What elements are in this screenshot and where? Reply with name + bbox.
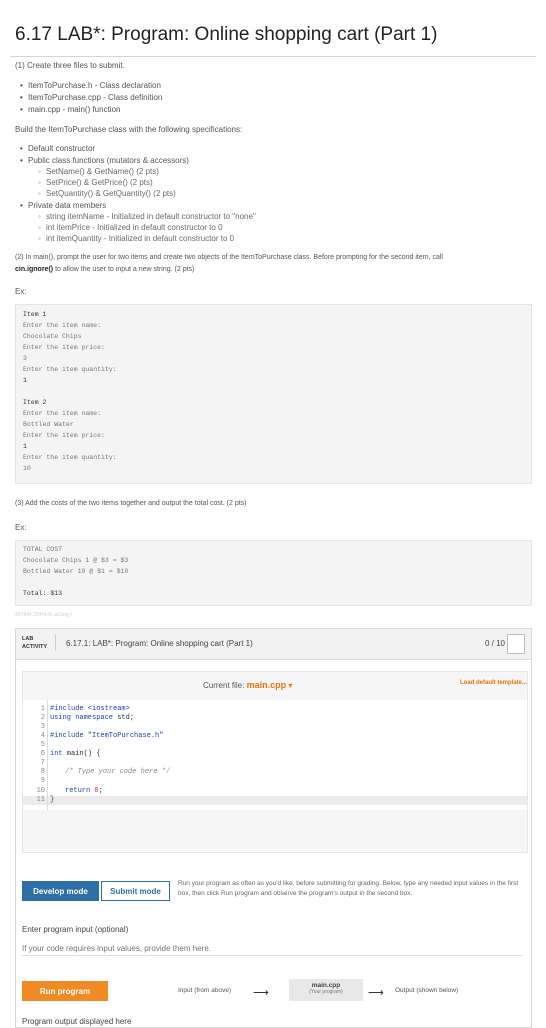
arrow-right-icon: ⟶ xyxy=(253,987,269,999)
code-line: } xyxy=(50,796,55,804)
spec-private-item: string itemName - Initialized in default… xyxy=(38,212,256,221)
example-line: Enter the item name: xyxy=(23,410,102,417)
line-number: 8 xyxy=(40,768,45,776)
lab-activity-panel: LAB ACTIVITY 6.17.1: LAB*: Program: Onli… xyxy=(15,628,532,1028)
spec-intro: Build the ItemToPurchase class with the … xyxy=(15,125,243,134)
example-line: Bottled Water xyxy=(23,421,74,428)
submit-mode-button[interactable]: Submit mode xyxy=(101,881,170,901)
example-line: 1 xyxy=(23,443,27,450)
spec-private-label: Private data members xyxy=(20,201,106,210)
code-keyword: using namespace xyxy=(50,714,114,722)
lab-title: 6.17.1: LAB*: Program: Online shopping c… xyxy=(66,639,253,648)
example-line: Enter the item price: xyxy=(23,344,105,351)
step1-heading: (1) Create three files to submit. xyxy=(15,61,125,70)
line-number: 5 xyxy=(40,741,45,749)
example-line: Enter the item name: xyxy=(23,322,102,329)
develop-mode-button[interactable]: Develop mode xyxy=(22,881,99,901)
code-text: ; xyxy=(98,787,103,795)
spec-private-item: int itemQuantity - Initialized in defaul… xyxy=(38,234,234,243)
spec-constructor: Default constructor xyxy=(20,144,95,153)
file-item: ItemToPurchase.h - Class declaration xyxy=(20,81,161,90)
example-line: Total: $13 xyxy=(23,590,63,597)
cin-ignore-code: cin.ignore() xyxy=(15,266,54,273)
example1-label: Ex: xyxy=(15,287,27,296)
code-line: return 0; xyxy=(65,787,103,795)
example-line: Chocolate Chips xyxy=(23,333,82,340)
code-line: #include "ItemToPurchase.h" xyxy=(50,732,164,740)
line-number: 2 xyxy=(40,714,45,722)
code-keyword: return xyxy=(65,787,91,795)
program-input-field[interactable] xyxy=(22,941,522,956)
line-number: 6 xyxy=(40,750,45,758)
line-number: 7 xyxy=(40,759,45,767)
spec-public-item: SetName() & GetName() (2 pts) xyxy=(38,167,159,176)
example-line: 10 xyxy=(23,465,31,472)
code-line: int main() { xyxy=(50,750,100,758)
line-number: 9 xyxy=(40,777,45,785)
code-text: std; xyxy=(113,714,135,722)
flow-input-label: Input (from above) xyxy=(178,987,232,994)
load-default-template-link[interactable]: Load default template... xyxy=(460,680,527,686)
line-number: 1 xyxy=(40,705,45,713)
step2-line1: (2) In main(), prompt the user for two i… xyxy=(15,254,443,261)
spec-public-item: SetQuantity() & GetQuantity() (2 pts) xyxy=(38,189,176,198)
file-item: ItemToPurchase.cpp - Class definition xyxy=(20,93,162,102)
page-title: 6.17 LAB*: Program: Online shopping cart… xyxy=(15,24,438,45)
code-line: using namespace std; xyxy=(50,714,134,722)
program-input-label: Enter program input (optional) xyxy=(22,925,129,934)
spec-public-label: Public class functions (mutators & acces… xyxy=(20,156,189,165)
code-editor-panel: Current file: main.cpp ▾ Load default te… xyxy=(22,671,528,853)
active-line-highlight xyxy=(23,796,527,805)
example1-output: Item 1 Enter the item name: Chocolate Ch… xyxy=(15,304,532,484)
spec-public-item: SetPrice() & GetPrice() (2 pts) xyxy=(38,178,153,187)
example2-output: TOTAL COST Chocolate Chips 1 @ $3 = $3 B… xyxy=(15,540,532,606)
title-divider xyxy=(10,56,536,57)
example-line: Bottled Water 10 @ $1 = $10 xyxy=(23,568,129,575)
program-output-label: Program output displayed here xyxy=(22,1017,132,1026)
example-line: Enter the item quantity: xyxy=(23,454,117,461)
lab-activity-badge: LAB ACTIVITY xyxy=(22,635,57,651)
current-file-label: Current file: xyxy=(203,681,245,690)
badge-line: ACTIVITY xyxy=(22,644,48,650)
code-line: #include <iostream> xyxy=(50,705,130,713)
line-number: 4 xyxy=(40,732,45,740)
example-line: Item 2 xyxy=(23,399,47,406)
example-line: Enter the item quantity: xyxy=(23,366,117,373)
example-line: 1 xyxy=(23,377,27,384)
lab-score: 0 / 10 xyxy=(484,639,505,648)
line-number: 11 xyxy=(36,796,45,804)
step2-line2: cin.ignore() to allow the user to input … xyxy=(15,266,194,273)
spec-private-item: int itemPrice - Initialized in default c… xyxy=(38,223,223,232)
chevron-down-icon[interactable]: ▾ xyxy=(288,681,292,690)
program-box: main.cpp (Your program) xyxy=(289,979,363,1001)
score-indicator xyxy=(507,634,525,654)
code-keyword: int xyxy=(50,750,63,758)
current-file-name[interactable]: main.cpp xyxy=(247,680,287,690)
code-comment: /* Type your code here */ xyxy=(65,768,171,776)
lab-header: LAB ACTIVITY 6.17.1: LAB*: Program: Onli… xyxy=(16,629,531,660)
example-line: Chocolate Chips 1 @ $3 = $3 xyxy=(23,557,129,564)
watermark: 487844.2344140.qx3zqy7 xyxy=(15,612,73,618)
line-number: 3 xyxy=(40,723,45,731)
step2-line2-text: to allow the user to input a new string.… xyxy=(53,266,195,273)
arrow-right-icon: ⟶ xyxy=(368,987,384,999)
file-item: main.cpp - main() function xyxy=(20,105,121,114)
example-line: Item 1 xyxy=(23,311,47,318)
run-program-button[interactable]: Run program xyxy=(22,981,108,1001)
example-line: TOTAL COST xyxy=(23,546,63,553)
program-box-title: main.cpp xyxy=(311,982,341,989)
flow-output-label: Output (shown below) xyxy=(395,987,459,994)
code-text: main() { xyxy=(62,750,101,758)
badge-line: LAB xyxy=(22,636,34,642)
program-box-subtitle: (Your program) xyxy=(309,989,343,995)
code-editor[interactable]: 1 2 3 4 5 6 7 8 9 10 11 #include <iostre… xyxy=(23,700,527,810)
line-number: 10 xyxy=(36,787,45,795)
current-file-selector[interactable]: Current file: main.cpp ▾ xyxy=(203,680,292,690)
example2-label: Ex: xyxy=(15,523,27,532)
step3-text: (3) Add the costs of the two items toget… xyxy=(15,500,247,507)
example-line: 3 xyxy=(23,355,27,362)
example-line: Enter the item price: xyxy=(23,432,105,439)
mode-description: Run your program as often as you'd like,… xyxy=(178,880,519,897)
